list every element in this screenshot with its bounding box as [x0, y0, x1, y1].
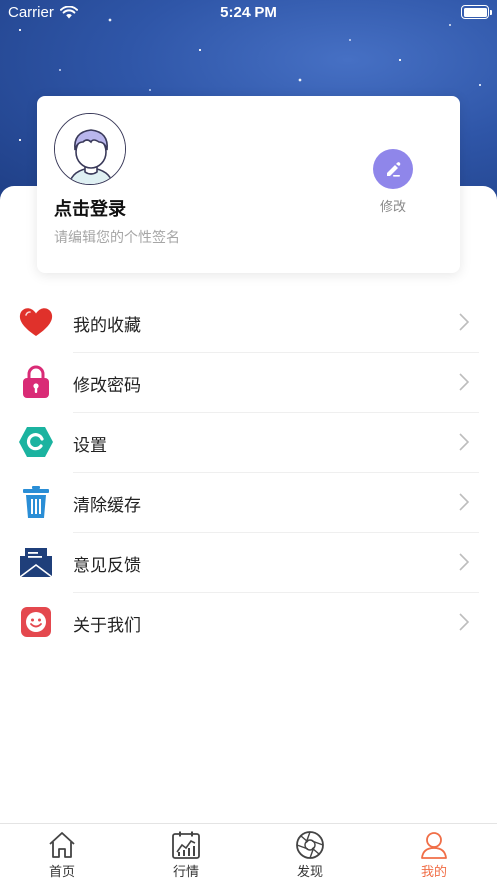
smiley-icon [18, 606, 54, 638]
status-bar: Carrier 5:24 PM [0, 0, 497, 26]
chevron-right-icon [459, 313, 469, 331]
signature-placeholder[interactable]: 请编辑您的个性签名 [54, 227, 180, 247]
menu-label: 关于我们 [73, 616, 141, 636]
avatar[interactable] [54, 113, 126, 185]
chevron-right-icon [459, 373, 469, 391]
edit-label[interactable]: 修改 [368, 196, 418, 215]
tab-discover[interactable]: 发现 [275, 830, 345, 882]
menu-item-settings[interactable]: 设置 [0, 412, 497, 472]
battery-icon [461, 5, 492, 19]
menu-item-clear-cache[interactable]: 清除缓存 [0, 472, 497, 532]
heart-icon [18, 306, 54, 338]
profile-card[interactable]: 点击登录 请编辑您的个性签名 修改 [37, 96, 460, 273]
edit-profile-button[interactable] [373, 149, 413, 189]
tab-label: 发现 [296, 865, 323, 880]
menu-item-feedback[interactable]: 意见反馈 [0, 532, 497, 592]
menu-item-about-us[interactable]: 关于我们 [0, 592, 497, 652]
chevron-right-icon [459, 493, 469, 511]
tab-mine[interactable]: 我的 [399, 830, 469, 882]
menu-label: 我的收藏 [73, 316, 141, 336]
trash-icon [18, 486, 54, 518]
user-icon [421, 832, 447, 859]
tab-bar: 首页 行情 发现 我的 [0, 823, 497, 883]
market-chart-icon [172, 831, 200, 859]
envelope-icon [18, 546, 54, 578]
tab-market[interactable]: 行情 [151, 830, 221, 882]
settings-menu: 我的收藏 修改密码 设置 清除缓存 意见反馈 关于我们 [0, 292, 497, 652]
settings-hexagon-icon [18, 426, 54, 458]
tab-home[interactable]: 首页 [27, 830, 97, 882]
menu-item-favorites[interactable]: 我的收藏 [0, 292, 497, 352]
pencil-icon [387, 162, 401, 177]
menu-label: 修改密码 [73, 376, 141, 396]
default-avatar-icon [55, 114, 125, 184]
tab-label: 首页 [48, 865, 75, 880]
login-prompt[interactable]: 点击登录 [54, 195, 126, 221]
tab-label: 行情 [172, 865, 199, 880]
status-time: 5:24 PM [220, 4, 277, 21]
chevron-right-icon [459, 553, 469, 571]
home-icon [49, 832, 75, 858]
menu-item-change-password[interactable]: 修改密码 [0, 352, 497, 412]
chevron-right-icon [459, 613, 469, 631]
menu-label: 清除缓存 [73, 496, 141, 516]
tab-label: 我的 [420, 865, 447, 880]
menu-label: 设置 [73, 436, 107, 456]
menu-label: 意见反馈 [73, 556, 141, 576]
discover-icon [296, 831, 324, 859]
lock-icon [18, 365, 54, 398]
chevron-right-icon [459, 433, 469, 451]
